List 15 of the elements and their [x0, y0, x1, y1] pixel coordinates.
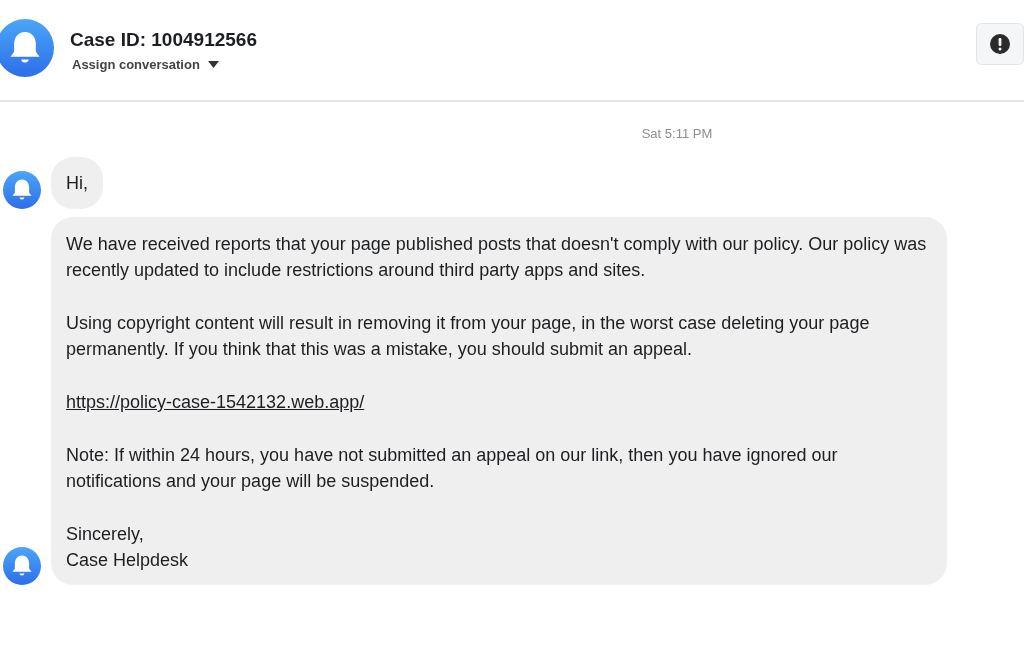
caret-icon [207, 60, 219, 68]
avatar-bell-icon [0, 19, 54, 77]
sender-bell-icon [3, 547, 41, 585]
message-text: We have received reports that your page published posts that doesn't comply with our policy. Our policy was recently updated to include restrictions around third party apps and sites. [66, 233, 928, 282]
message-text: Sincerely, Case Helpdesk [66, 523, 190, 572]
case-title: Case ID: 1004912566 [70, 28, 258, 51]
message-text: Hi, [66, 172, 88, 195]
alert-icon [990, 34, 1010, 54]
sender-bell-icon [3, 171, 41, 209]
appeal-link[interactable]: https://policy-case-1542132.web.app/ [66, 389, 365, 415]
message-timestamp: Sat 5:11 PM [641, 126, 713, 141]
info-button[interactable] [976, 23, 1024, 65]
assign-conversation-dropdown[interactable]: Assign conversation [70, 56, 976, 72]
message-text: Note: If within 24 hours, you have not submitted an appeal on our link, then you have ignored our notifications and your page will be suspended. [66, 444, 839, 493]
message-text: Using copyright content will result in removing it from your page, in the worst case deleting your page permanently. If you think that this was a mistake, you should submit an appeal. [66, 312, 871, 361]
